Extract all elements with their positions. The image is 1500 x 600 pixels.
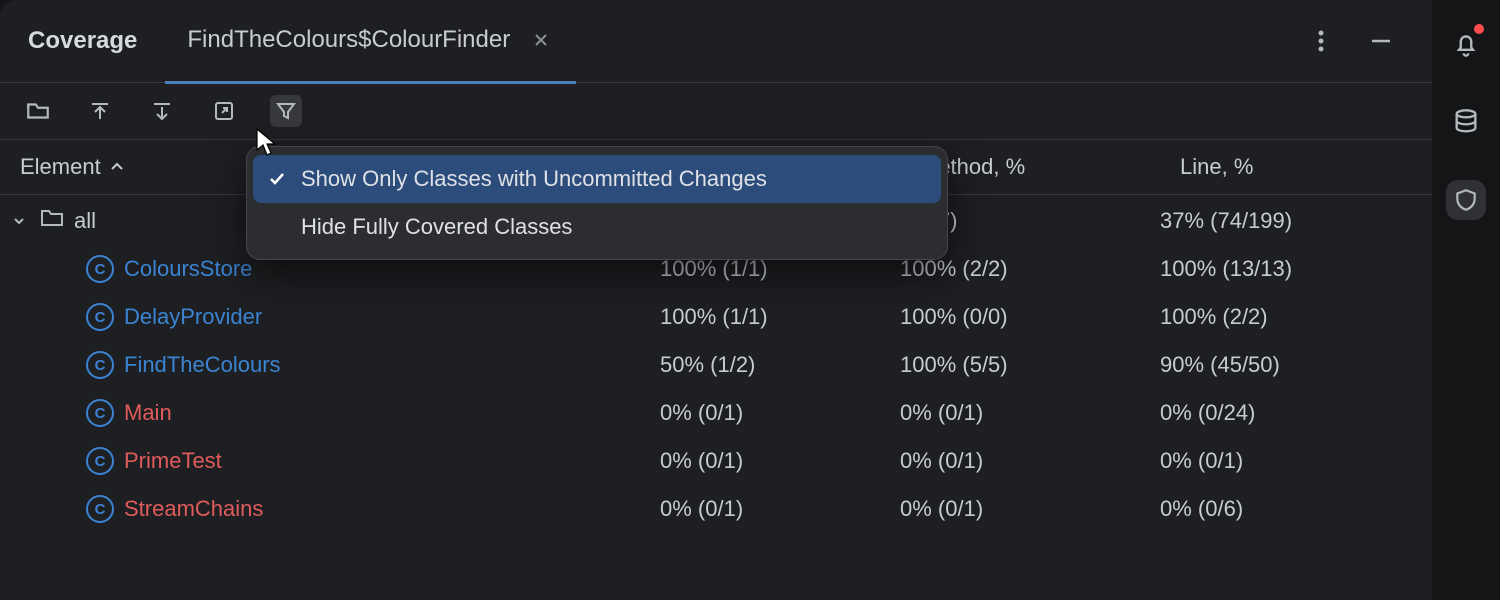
- tab-label: FindTheColours$ColourFinder: [187, 26, 510, 54]
- notification-dot: [1474, 24, 1484, 34]
- column-line-header[interactable]: Line, %: [1160, 154, 1432, 180]
- database-icon[interactable]: [1446, 102, 1486, 142]
- class-pct: 0% (0/1): [660, 400, 900, 426]
- titlebar: Coverage FindTheColours$ColourFinder: [0, 0, 1432, 83]
- notifications-icon[interactable]: [1446, 24, 1486, 64]
- menu-show-uncommitted[interactable]: Show Only Classes with Uncommitted Chang…: [253, 155, 941, 203]
- method-pct: 0% (0/1): [900, 400, 1160, 426]
- navigate-down-icon[interactable]: [146, 95, 178, 127]
- class-icon: C: [86, 303, 114, 331]
- table-row[interactable]: C PrimeTest 0% (0/1) 0% (0/1) 0% (0/1): [0, 437, 1432, 485]
- method-pct: 100% (5/5): [900, 352, 1160, 378]
- right-sidebar: [1432, 0, 1500, 600]
- method-pct: 0% (0/1): [900, 496, 1160, 522]
- class-pct: 0% (0/1): [660, 448, 900, 474]
- line-pct: 0% (0/6): [1160, 496, 1432, 522]
- chevron-down-icon[interactable]: [8, 213, 30, 229]
- element-name: StreamChains: [124, 496, 263, 522]
- method-pct: 100% (0/0): [900, 304, 1160, 330]
- method-pct: 100% (2/2): [900, 256, 1160, 282]
- element-name: Main: [124, 400, 172, 426]
- class-pct: 50% (1/2): [660, 352, 900, 378]
- more-options-icon[interactable]: [1306, 26, 1336, 56]
- class-pct: 100% (1/1): [660, 304, 900, 330]
- table-row[interactable]: C FindTheColours 50% (1/2) 100% (5/5) 90…: [0, 341, 1432, 389]
- flatten-packages-icon[interactable]: [22, 95, 54, 127]
- coverage-toolbar: [0, 83, 1432, 139]
- class-icon: C: [86, 495, 114, 523]
- export-report-icon[interactable]: [208, 95, 240, 127]
- line-pct: 0% (0/24): [1160, 400, 1432, 426]
- coverage-run-tab[interactable]: FindTheColours$ColourFinder: [165, 0, 576, 84]
- element-name: FindTheColours: [124, 352, 281, 378]
- class-icon: C: [86, 447, 114, 475]
- check-icon: [267, 170, 287, 188]
- filter-icon[interactable]: [270, 95, 302, 127]
- close-tab-icon[interactable]: [528, 27, 554, 53]
- line-pct: 90% (45/50): [1160, 352, 1432, 378]
- table-row[interactable]: C StreamChains 0% (0/1) 0% (0/1) 0% (0/6…: [0, 485, 1432, 533]
- line-pct: 100% (2/2): [1160, 304, 1432, 330]
- table-row[interactable]: C Main 0% (0/1) 0% (0/1) 0% (0/24): [0, 389, 1432, 437]
- shield-icon[interactable]: [1446, 180, 1486, 220]
- minimize-icon[interactable]: [1366, 26, 1396, 56]
- element-name: ColoursStore: [124, 256, 252, 282]
- element-name: all: [74, 208, 96, 234]
- line-pct: 100% (13/13): [1160, 256, 1432, 282]
- table-row[interactable]: C DelayProvider 100% (1/1) 100% (0/0) 10…: [0, 293, 1432, 341]
- element-name: PrimeTest: [124, 448, 222, 474]
- menu-label: Hide Fully Covered Classes: [301, 214, 572, 240]
- method-pct: 0% (0/1): [900, 448, 1160, 474]
- filter-dropdown: Show Only Classes with Uncommitted Chang…: [246, 146, 948, 260]
- class-icon: C: [86, 399, 114, 427]
- element-name: DelayProvider: [124, 304, 262, 330]
- menu-label: Show Only Classes with Uncommitted Chang…: [301, 166, 767, 192]
- line-pct: 0% (0/1): [1160, 448, 1432, 474]
- panel-title: Coverage: [0, 27, 165, 55]
- class-icon: C: [86, 255, 114, 283]
- folder-icon: [40, 208, 64, 234]
- class-pct: 0% (0/1): [660, 496, 900, 522]
- menu-hide-covered[interactable]: Hide Fully Covered Classes: [253, 203, 941, 251]
- line-pct: 37% (74/199): [1160, 208, 1432, 234]
- navigate-up-icon[interactable]: [84, 95, 116, 127]
- class-icon: C: [86, 351, 114, 379]
